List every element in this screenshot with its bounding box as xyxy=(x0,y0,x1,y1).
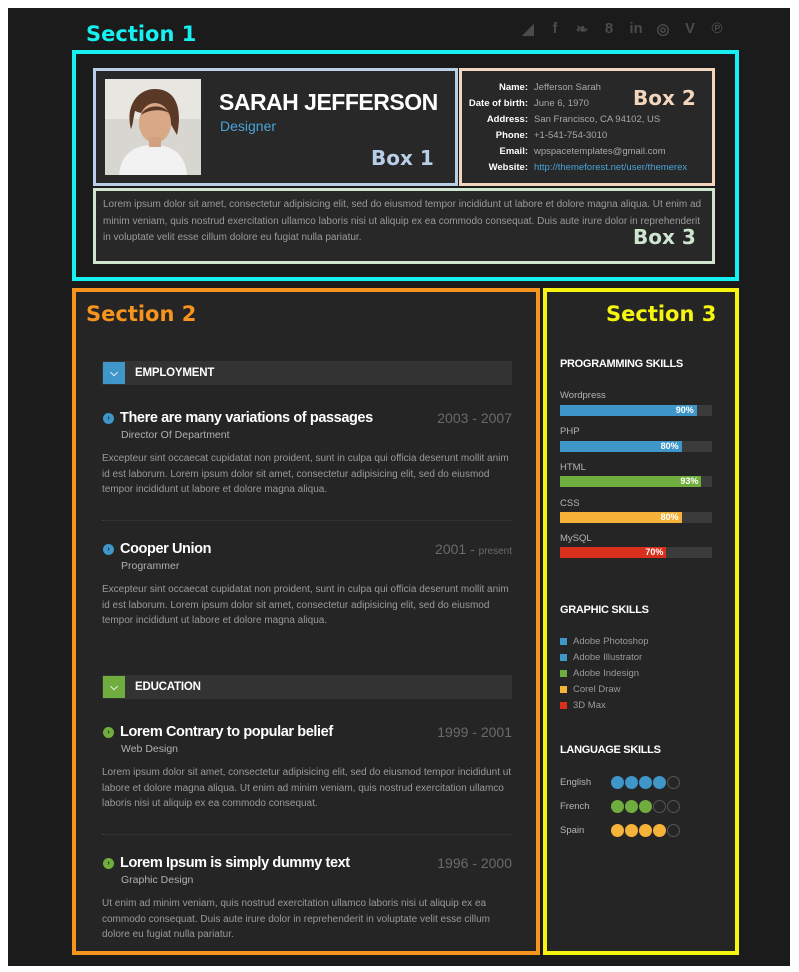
dribbble-icon[interactable]: ◎ xyxy=(655,20,671,38)
googleplus-icon[interactable]: 8 xyxy=(601,20,617,38)
section-2-outline xyxy=(72,288,540,955)
twitter-icon[interactable]: ❧ xyxy=(574,20,590,38)
section-3-outline xyxy=(543,288,739,955)
social-links: ◢ f ❧ 8 in ◎ V ℗ xyxy=(520,20,725,38)
vimeo-icon[interactable]: V xyxy=(682,20,698,38)
linkedin-icon[interactable]: in xyxy=(628,20,644,38)
pinterest-icon[interactable]: ℗ xyxy=(709,20,725,38)
facebook-icon[interactable]: f xyxy=(547,20,563,38)
section-1-label: Section 1 xyxy=(86,22,197,46)
rss-icon[interactable]: ◢ xyxy=(520,20,536,38)
section-1-outline xyxy=(72,50,739,281)
